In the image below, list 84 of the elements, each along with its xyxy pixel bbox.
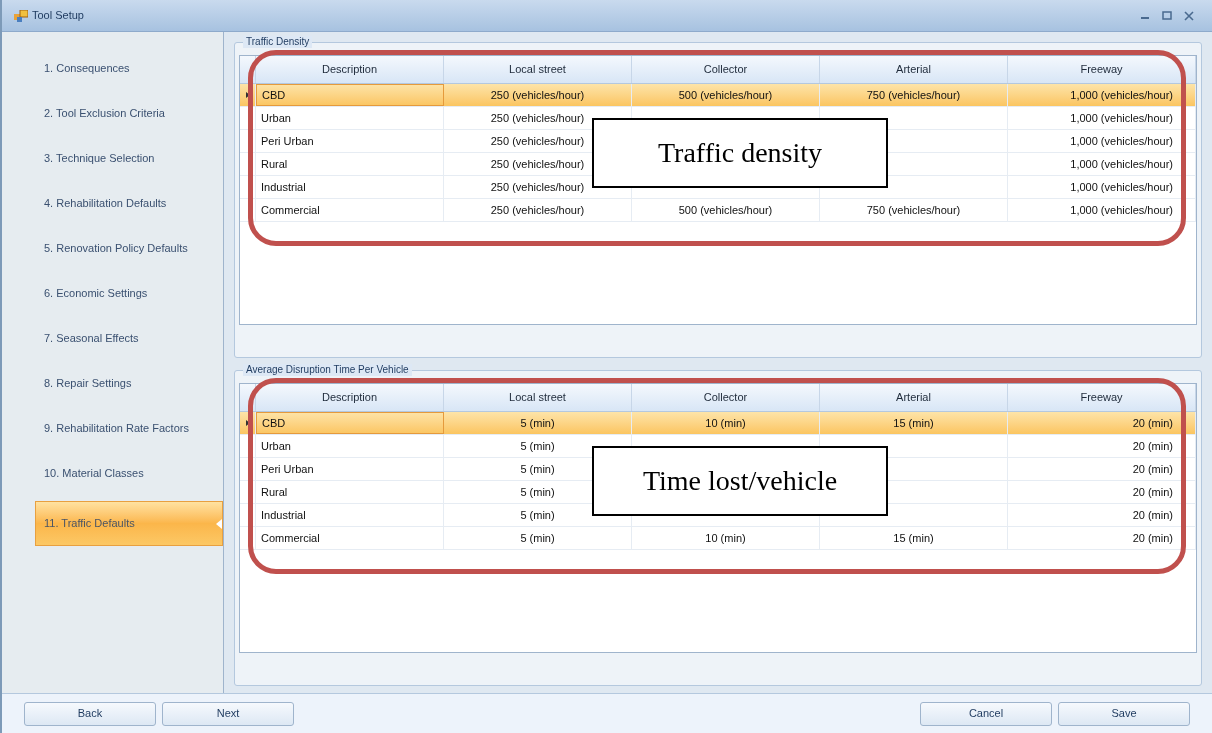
table-cell-text: 1,000 (vehicles/hour) (1070, 179, 1173, 195)
sidebar-item[interactable]: 5. Renovation Policy Defaults (36, 231, 223, 265)
table-cell-text: Rural (261, 484, 288, 500)
sidebar-item[interactable]: 1. Consequences (36, 51, 223, 85)
table-cell-text: CBD (262, 415, 286, 431)
window-title: Tool Setup (32, 8, 84, 24)
table-cell-text: Urban (261, 438, 291, 454)
table-cell-text: 20 (min) (1132, 484, 1173, 500)
row-pointer-icon (245, 420, 250, 426)
group-title: Average Disruption Time Per Vehicle (243, 364, 412, 376)
sidebar-item[interactable]: 4. Rehabilitation Defaults (36, 186, 223, 220)
table-cell-text: 5 (min) (520, 461, 555, 477)
table-cell-text: Rural (261, 156, 288, 172)
column-header[interactable]: Local street (444, 56, 632, 83)
sidebar-item[interactable]: 6. Economic Settings (36, 276, 223, 310)
table-cell-text: 20 (min) (1132, 507, 1173, 523)
nav-button[interactable]: Next (162, 701, 294, 726)
callout-label: Traffic density (592, 118, 888, 188)
table-cell-text: 250 (vehicles/hour) (490, 87, 585, 103)
table-cell-text: 5 (min) (520, 484, 555, 500)
table-cell-text: Urban (261, 110, 291, 126)
sidebar-item[interactable]: 8. Repair Settings (36, 366, 223, 400)
table-cell-text: 15 (min) (893, 415, 934, 431)
table-cell-text: 500 (vehicles/hour) (678, 87, 773, 103)
dialog-button[interactable]: Cancel (920, 701, 1052, 726)
sidebar-item[interactable]: 10. Material Classes (36, 456, 223, 490)
nav-button[interactable]: Back (24, 701, 156, 726)
table-cell-text: CBD (262, 87, 286, 103)
table-cell-text: 250 (vehicles/hour) (490, 156, 585, 172)
table-cell-text: Peri Urban (261, 461, 314, 477)
maximize-icon[interactable] (1162, 10, 1172, 21)
row-pointer-icon (245, 92, 250, 98)
table-cell-text: 10 (min) (705, 530, 746, 546)
table-cell-text: Peri Urban (261, 133, 314, 149)
table-cell-text: 250 (vehicles/hour) (490, 133, 585, 149)
table-cell-text: Commercial (261, 202, 320, 218)
sidebar-item[interactable]: 7. Seasonal Effects (36, 321, 223, 355)
sidebar-item[interactable]: 2. Tool Exclusion Criteria (36, 96, 223, 130)
column-header[interactable]: Collector (632, 384, 820, 411)
table-cell-text: Industrial (261, 507, 306, 523)
table-cell-text: 1,000 (vehicles/hour) (1070, 202, 1173, 218)
table-cell-text: 5 (min) (520, 438, 555, 454)
column-header[interactable]: Local street (444, 384, 632, 411)
table-cell-text: 1,000 (vehicles/hour) (1070, 133, 1173, 149)
column-header[interactable]: Collector (632, 56, 820, 83)
table-cell-text: 20 (min) (1132, 461, 1173, 477)
table-row[interactable]: CBD 250 (vehicles/hour) 500 (vehicles/hour) 750 (vehicles/hour) 1,000 (vehicles/hour) (240, 84, 1196, 107)
table-cell-text: 5 (min) (520, 507, 555, 523)
column-header[interactable]: Arterial (820, 56, 1008, 83)
table-cell-text: Commercial (261, 530, 320, 546)
close-icon[interactable] (1184, 10, 1194, 21)
table-cell-text: 750 (vehicles/hour) (866, 87, 961, 103)
table-cell-text: 20 (min) (1132, 438, 1173, 454)
pointer-icon (216, 519, 222, 529)
column-header[interactable]: Freeway (1008, 56, 1196, 83)
table-cell-text: 15 (min) (893, 530, 934, 546)
table-cell-text: 750 (vehicles/hour) (866, 202, 961, 218)
table-cell-text: 1,000 (vehicles/hour) (1070, 110, 1173, 126)
table-cell-text: 20 (min) (1132, 415, 1173, 431)
column-header[interactable]: Freeway (1008, 384, 1196, 411)
table-row[interactable]: Commercial 5 (min) 10 (min) 15 (min) 20 (min) (240, 527, 1196, 550)
table-cell-text: 1,000 (vehicles/hour) (1070, 156, 1173, 172)
sidebar-item[interactable]: 11. Traffic Defaults (35, 501, 223, 546)
table-cell-text: 250 (vehicles/hour) (490, 179, 585, 195)
table-cell-text: 1,000 (vehicles/hour) (1070, 87, 1173, 103)
table-cell-text: 5 (min) (520, 415, 555, 431)
table-cell-text: 10 (min) (705, 415, 746, 431)
sidebar-item[interactable]: 9. Rehabilitation Rate Factors (36, 411, 223, 445)
column-header[interactable]: Arterial (820, 384, 1008, 411)
column-header[interactable]: Description (256, 56, 444, 83)
callout-label: Time lost/vehicle (592, 446, 888, 516)
table-cell-text: 20 (min) (1132, 530, 1173, 546)
sidebar-item[interactable]: 3. Technique Selection (36, 141, 223, 175)
table-cell-text: 5 (min) (520, 530, 555, 546)
group-title: Traffic Density (243, 36, 313, 48)
table-cell-text: 250 (vehicles/hour) (490, 110, 585, 126)
table-row[interactable]: Commercial 250 (vehicles/hour) 500 (vehicles/hour) 750 (vehicles/hour) 1,000 (vehicles/hour) (240, 199, 1196, 222)
table-row[interactable]: CBD 5 (min) 10 (min) 15 (min) 20 (min) (240, 412, 1196, 435)
dialog-button[interactable]: Save (1058, 701, 1190, 726)
column-header[interactable]: Description (256, 384, 444, 411)
table-cell-text: 250 (vehicles/hour) (490, 202, 585, 218)
app-icon (14, 9, 28, 22)
table-cell-text: 500 (vehicles/hour) (678, 202, 773, 218)
table-cell-text: Industrial (261, 179, 306, 195)
